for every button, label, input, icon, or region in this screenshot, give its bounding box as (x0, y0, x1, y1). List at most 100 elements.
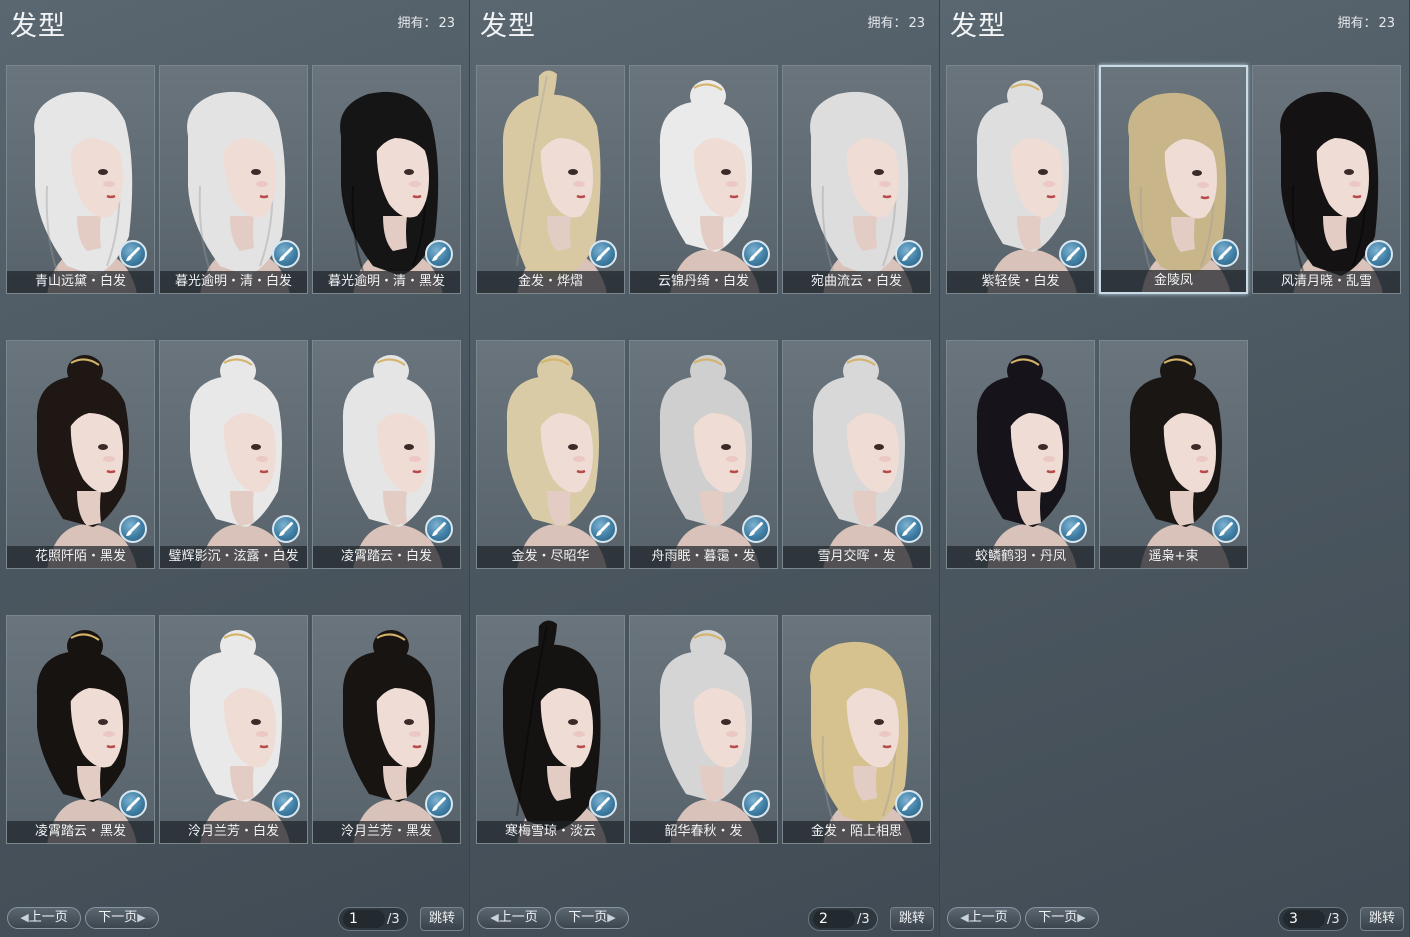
hairstyle-card[interactable]: 璧辉影沉・泫露・白发 (159, 340, 308, 569)
hairstyle-card[interactable]: 遥枭+束 (1099, 340, 1248, 569)
prev-page-button[interactable]: ◀上一页 (477, 907, 551, 929)
owned-number: 23 (438, 16, 455, 31)
dye-button[interactable] (895, 515, 923, 543)
hairstyle-name: 花照阡陌・黑发 (7, 546, 154, 568)
prev-page-label: 上一页 (28, 910, 68, 925)
hairstyle-name: 璧辉影沉・泫露・白发 (160, 546, 307, 568)
paintbrush-icon (1066, 522, 1080, 536)
hairstyle-card[interactable]: 蛟鳞鹤羽・丹凤 (946, 340, 1095, 569)
dye-button[interactable] (1211, 239, 1239, 267)
hairstyle-card[interactable]: 宛曲流云・白发 (782, 65, 931, 294)
hairstyle-card[interactable]: 云锦丹绮・白发 (629, 65, 778, 294)
dye-button[interactable] (1365, 240, 1393, 268)
hairstyle-name: 金发・烨熠 (477, 271, 624, 293)
prev-page-button[interactable]: ◀上一页 (947, 907, 1021, 929)
hairstyle-name: 青山远黛・白发 (7, 271, 154, 293)
next-page-button[interactable]: 下一页▶ (555, 907, 629, 929)
next-page-button[interactable]: 下一页▶ (1025, 907, 1099, 929)
hairstyle-card[interactable]: 花照阡陌・黑发 (6, 340, 155, 569)
paintbrush-icon (279, 247, 293, 261)
dye-button[interactable] (425, 515, 453, 543)
paintbrush-icon (902, 522, 916, 536)
hairstyle-card[interactable]: 凌霄踏云・黑发 (6, 615, 155, 844)
page-number-input[interactable]: 2 (819, 910, 853, 928)
next-page-button[interactable]: 下一页▶ (85, 907, 159, 929)
dye-button[interactable] (425, 790, 453, 818)
paintbrush-icon (432, 797, 446, 811)
hairstyle-card[interactable]: 青山远黛・白发 (6, 65, 155, 294)
paintbrush-icon (596, 522, 610, 536)
hairstyle-card[interactable]: 韶华春秋・发 (629, 615, 778, 844)
hairstyle-card[interactable]: 金陵凤 (1099, 65, 1248, 294)
page-indicator: 2/3 (808, 907, 878, 931)
dye-button[interactable] (425, 240, 453, 268)
hairstyle-name: 雪月交晖・发 (783, 546, 930, 568)
owned-number: 23 (908, 16, 925, 31)
page-indicator: 1/3 (338, 907, 408, 931)
dye-button[interactable] (119, 790, 147, 818)
hairstyle-card[interactable]: 泠月兰芳・白发 (159, 615, 308, 844)
prev-page-button[interactable]: ◀上一页 (7, 907, 81, 929)
page-total: /3 (1327, 912, 1340, 927)
chevron-left-icon: ◀ (960, 911, 969, 924)
dye-button[interactable] (742, 515, 770, 543)
hairstyle-name: 寒梅雪琼・淡云 (477, 821, 624, 843)
hairstyle-card[interactable]: 金发・陌上相思 (782, 615, 931, 844)
hairstyle-name: 泠月兰芳・黑发 (313, 821, 460, 843)
dye-button[interactable] (272, 240, 300, 268)
page-indicator: 3/3 (1278, 907, 1348, 931)
dye-button[interactable] (895, 240, 923, 268)
dye-button[interactable] (895, 790, 923, 818)
chevron-right-icon: ▶ (1077, 911, 1086, 924)
hairstyle-card[interactable]: 寒梅雪琼・淡云 (476, 615, 625, 844)
hairstyle-card[interactable]: 金发・烨熠 (476, 65, 625, 294)
paintbrush-icon (596, 797, 610, 811)
hairstyle-card[interactable]: 暮光逾明・清・白发 (159, 65, 308, 294)
hairstyle-card[interactable]: 紫轻侯・白发 (946, 65, 1095, 294)
dye-button[interactable] (1059, 515, 1087, 543)
hairstyle-name: 暮光逾明・清・白发 (160, 271, 307, 293)
dye-button[interactable] (119, 240, 147, 268)
hairstyle-name: 蛟鳞鹤羽・丹凤 (947, 546, 1094, 568)
paintbrush-icon (432, 522, 446, 536)
hairstyle-name: 遥枭+束 (1100, 546, 1247, 568)
hairstyle-panel: 发型 拥有： 23 青山远黛・白发 暮光逾明・清・白发 暮光逾明・清・黑发 花照… (0, 0, 470, 937)
owned-label: 拥有： (1337, 16, 1377, 31)
next-page-label: 下一页 (568, 910, 608, 925)
dye-button[interactable] (119, 515, 147, 543)
page-number-input[interactable]: 1 (349, 910, 383, 928)
hairstyle-name: 紫轻侯・白发 (947, 271, 1094, 293)
jump-button[interactable]: 跳转 (1360, 907, 1404, 931)
hairstyle-card[interactable]: 泠月兰芳・黑发 (312, 615, 461, 844)
dye-button[interactable] (272, 515, 300, 543)
jump-button[interactable]: 跳转 (420, 907, 464, 931)
owned-label: 拥有： (867, 16, 907, 31)
hairstyle-card[interactable]: 金发・尽昭华 (476, 340, 625, 569)
hairstyle-card[interactable]: 风清月晓・乱雪 (1252, 65, 1401, 294)
dye-button[interactable] (589, 515, 617, 543)
dye-button[interactable] (1212, 515, 1240, 543)
paintbrush-icon (126, 522, 140, 536)
jump-button[interactable]: 跳转 (890, 907, 934, 931)
dye-button[interactable] (742, 240, 770, 268)
hairstyle-name: 云锦丹绮・白发 (630, 271, 777, 293)
page-number-input[interactable]: 3 (1289, 910, 1323, 928)
paintbrush-icon (749, 247, 763, 261)
dye-button[interactable] (589, 790, 617, 818)
panel-title: 发型 (950, 11, 1006, 42)
hairstyle-card[interactable]: 舟雨眠・暮霭・发 (629, 340, 778, 569)
paintbrush-icon (1219, 522, 1233, 536)
dye-button[interactable] (742, 790, 770, 818)
panel-title: 发型 (10, 11, 66, 42)
chevron-left-icon: ◀ (490, 911, 499, 924)
dye-button[interactable] (272, 790, 300, 818)
hairstyle-card[interactable]: 凌霄踏云・白发 (312, 340, 461, 569)
panel-title: 发型 (480, 11, 536, 42)
dye-button[interactable] (1059, 240, 1087, 268)
hairstyle-name: 风清月晓・乱雪 (1253, 271, 1400, 293)
hairstyle-name: 舟雨眠・暮霭・发 (630, 546, 777, 568)
dye-button[interactable] (589, 240, 617, 268)
paintbrush-icon (1372, 247, 1386, 261)
hairstyle-card[interactable]: 雪月交晖・发 (782, 340, 931, 569)
hairstyle-card[interactable]: 暮光逾明・清・黑发 (312, 65, 461, 294)
